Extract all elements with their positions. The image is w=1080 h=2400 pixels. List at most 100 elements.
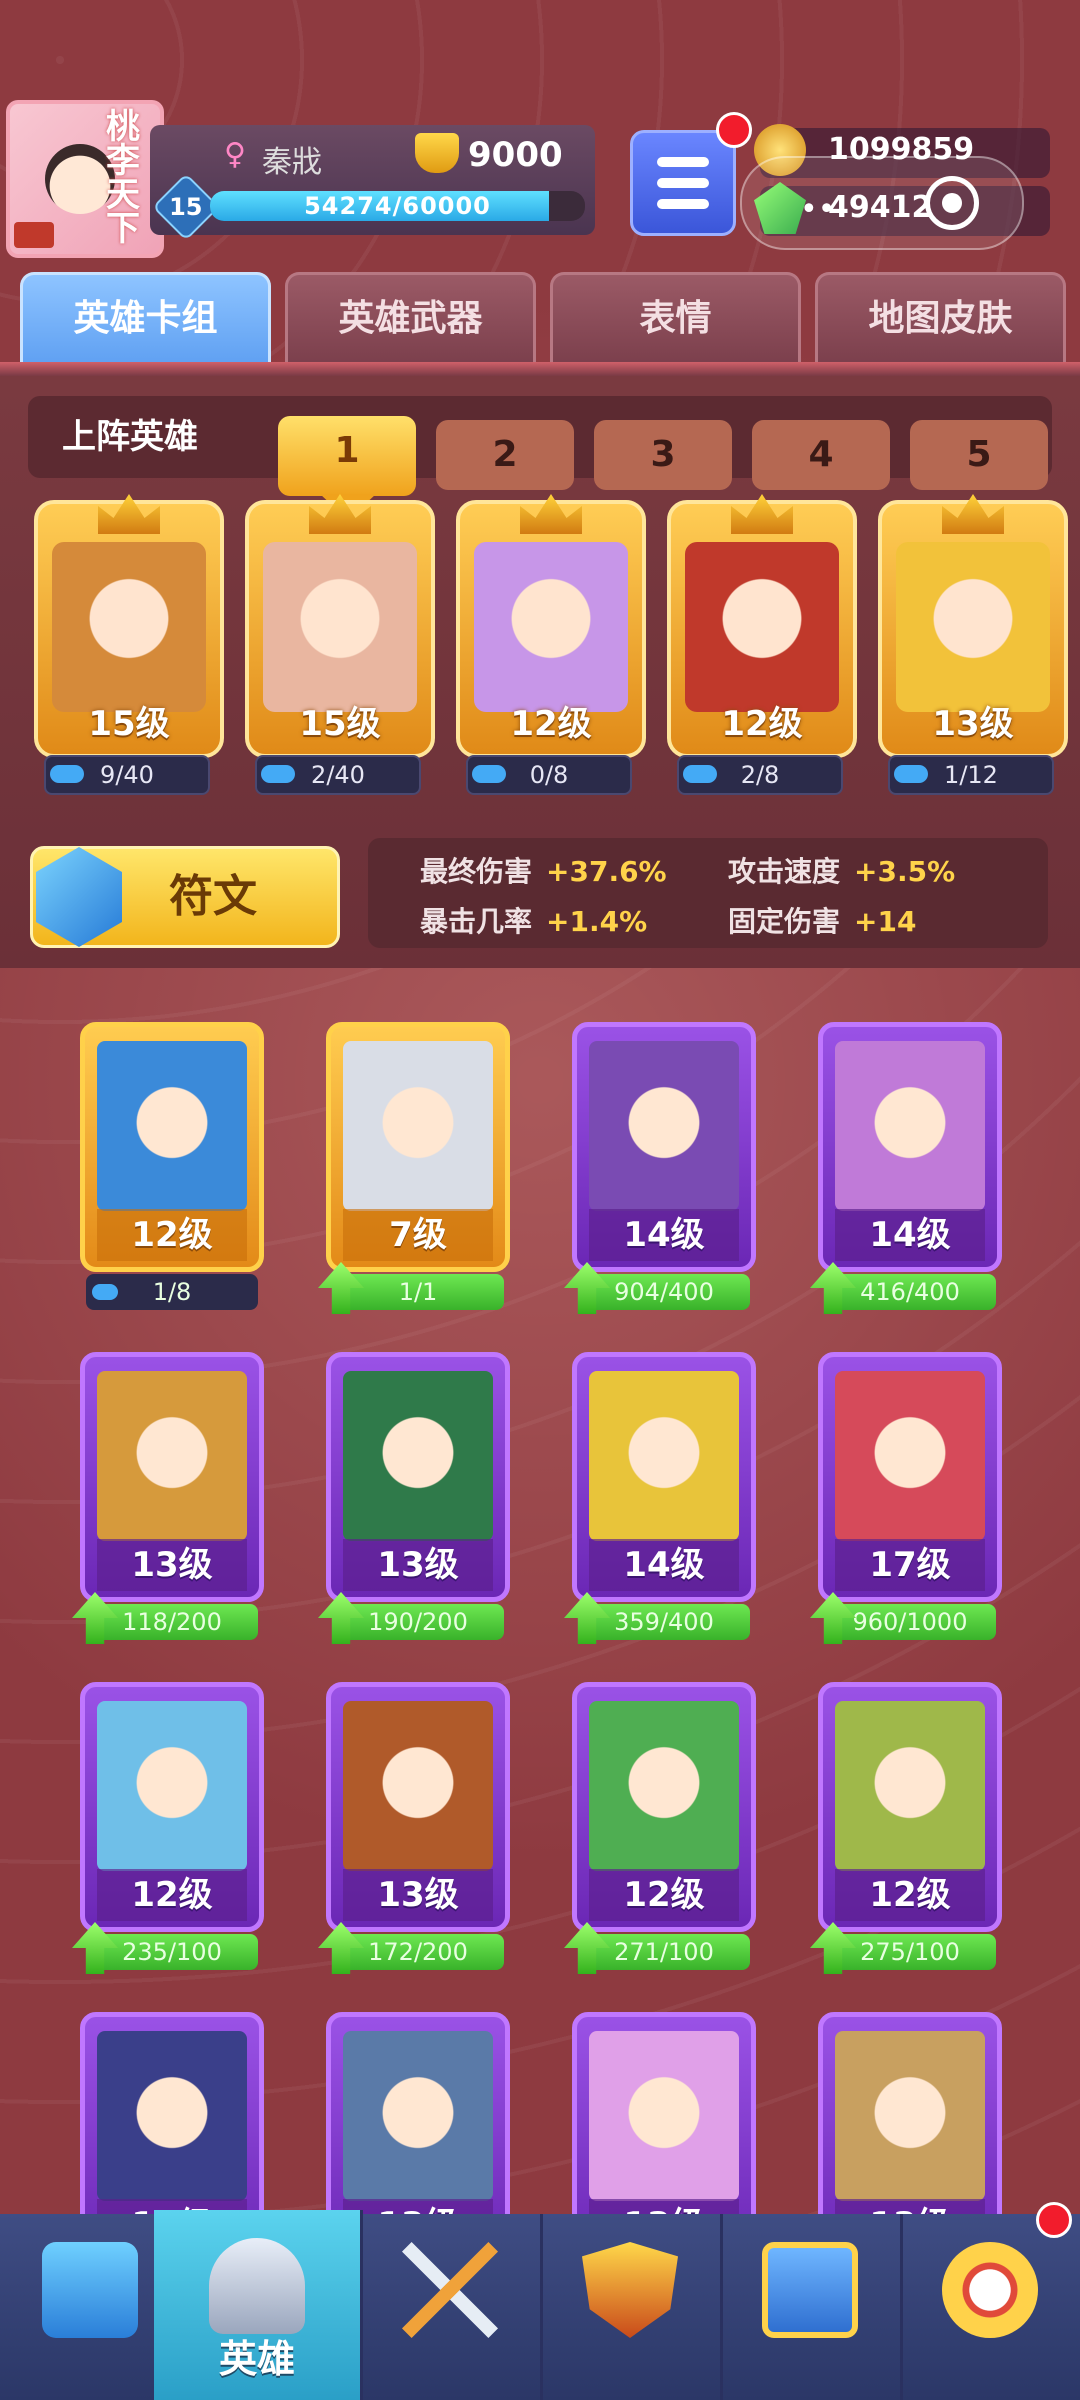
menu-line — [657, 157, 709, 167]
tab-emotes[interactable]: 表情 — [550, 272, 801, 365]
hero-level: 13级 — [932, 704, 1014, 744]
stat-value: +14 — [854, 905, 917, 938]
hero-portrait — [263, 542, 417, 712]
lineup-slot-4[interactable]: 4 — [752, 420, 890, 490]
hero-portrait — [97, 2031, 247, 2201]
avatar-title: 桃李天下 — [106, 107, 140, 249]
hero-progress-bar: 2/40 — [255, 755, 421, 795]
lineup-slot-5[interactable]: 5 — [910, 420, 1048, 490]
hero-level: 12级 — [510, 704, 592, 744]
hero-progress-text: 1/12 — [944, 761, 998, 789]
hero-level: 13级 — [97, 1539, 247, 1591]
hero-card-frame: 13级 — [326, 1352, 510, 1602]
hero-portrait — [97, 1701, 247, 1871]
nav-item[interactable] — [900, 2214, 1080, 2400]
book-icon — [14, 222, 54, 248]
hero-card-frame: 12级 — [818, 1682, 1002, 1932]
hero-level: 15级 — [299, 704, 381, 744]
hero-progress-text: 190/200 — [368, 1608, 468, 1636]
hero-card-frame: 12级 — [667, 494, 857, 758]
tab-map-skins[interactable]: 地图皮肤 — [815, 272, 1066, 365]
miniprogram-capsule[interactable] — [740, 156, 1024, 250]
compass-icon — [942, 2242, 1038, 2338]
hero-level: 15级 — [88, 704, 170, 744]
hero-portrait — [97, 1041, 247, 1211]
hero-card-frame: 12级 — [456, 494, 646, 758]
notification-dot — [1036, 2202, 1072, 2238]
nav-item[interactable]: 英雄 — [154, 2210, 363, 2400]
nav-item[interactable] — [540, 2214, 723, 2400]
nav-item[interactable] — [360, 2214, 543, 2400]
hero-progress-text: 359/400 — [614, 1608, 714, 1636]
hero-progress-bar: 359/400 — [578, 1604, 750, 1640]
hero-level: 12级 — [97, 1209, 247, 1261]
hero-portrait — [97, 1371, 247, 1541]
record-button[interactable] — [925, 176, 979, 230]
hero-progress-text: 2/40 — [311, 761, 365, 789]
hero-card-frame: 14级 — [572, 1022, 756, 1272]
hero-progress-bar: 2/8 — [677, 755, 843, 795]
stats-panel: 最终伤害 +37.6% 攻击速度 +3.5% 暴击几率 +1.4% 固定伤害 +14 — [368, 838, 1048, 948]
player-name: 秦戕 — [262, 145, 322, 180]
hero-level: 7级 — [343, 1209, 493, 1261]
hero-progress-bar: 1/8 — [86, 1274, 258, 1310]
hero-progress-text: 960/1000 — [852, 1608, 968, 1636]
player-level: 15 — [169, 193, 203, 221]
stat-crit-chance: 暴击几率 +1.4% — [420, 900, 647, 940]
hero-portrait — [835, 1371, 985, 1541]
hero-level: 13级 — [343, 1539, 493, 1591]
hero-progress-text: 0/8 — [529, 761, 569, 789]
profile-panel[interactable]: ♀ 秦戕 9000 15 54274/60000 — [150, 125, 595, 241]
hero-portrait — [343, 1701, 493, 1871]
hero-portrait — [896, 542, 1050, 712]
avatar-face — [45, 144, 115, 214]
hero-progress-text: 1/1 — [398, 1278, 438, 1306]
hero-level: 14级 — [835, 1209, 985, 1261]
crown-icon — [98, 494, 160, 534]
xp-text: 54274/60000 — [304, 192, 491, 220]
hero-progress-bar: 271/100 — [578, 1934, 750, 1970]
tab-hero-weapons[interactable]: 英雄武器 — [285, 272, 536, 365]
hero-level: 14级 — [589, 1539, 739, 1591]
lineup-header: 上阵英雄 1 2 3 4 5 — [28, 396, 1052, 520]
lineup-slot-2[interactable]: 2 — [436, 420, 574, 490]
hero-card-frame: 12级 — [80, 1022, 264, 1272]
crown-icon — [942, 494, 1004, 534]
hero-progress-text: 904/400 — [614, 1278, 714, 1306]
hero-portrait — [835, 2031, 985, 2201]
stat-value: +37.6% — [546, 855, 667, 888]
lineup-slot-1[interactable]: 1 — [278, 416, 416, 520]
hero-progress-bar: 0/8 — [466, 755, 632, 795]
hero-progress-text: 271/100 — [614, 1938, 714, 1966]
rune-button[interactable]: 符文 — [30, 846, 340, 948]
hero-level: 14级 — [589, 1209, 739, 1261]
tab-hero-deck[interactable]: 英雄卡组 — [20, 272, 271, 365]
player-avatar[interactable]: 桃李天下 — [6, 100, 164, 258]
rune-label: 符文 — [169, 871, 257, 922]
hero-card-frame: 14级 — [572, 1352, 756, 1602]
menu-line — [657, 199, 709, 209]
more-dots-icon[interactable]: •• — [800, 192, 835, 227]
lineup-slot-3[interactable]: 3 — [594, 420, 732, 490]
hero-portrait — [685, 542, 839, 712]
lineup-label: 上阵英雄 — [62, 417, 198, 457]
menu-button[interactable] — [630, 130, 736, 236]
hero-portrait — [589, 1701, 739, 1871]
trophy-count: 9000 — [468, 135, 563, 175]
stat-fixed-damage: 固定伤害 +14 — [728, 900, 916, 940]
hero-progress-text: 2/8 — [740, 761, 780, 789]
hero-level: 12级 — [721, 704, 803, 744]
hero-portrait — [589, 1371, 739, 1541]
crown-icon — [309, 494, 371, 534]
stat-name: 固定伤害 — [728, 905, 841, 938]
friends-icon — [762, 2242, 858, 2338]
hero-progress-bar: 118/200 — [86, 1604, 258, 1640]
hero-card-frame: 7级 — [326, 1022, 510, 1272]
nav-item[interactable] — [720, 2214, 903, 2400]
hero-level: 17级 — [835, 1539, 985, 1591]
helmet-icon — [209, 2238, 305, 2334]
hero-level: 12级 — [97, 1869, 247, 1921]
stat-value: +3.5% — [854, 855, 956, 888]
hero-progress-text: 416/400 — [860, 1278, 960, 1306]
stat-final-damage: 最终伤害 +37.6% — [420, 850, 667, 890]
